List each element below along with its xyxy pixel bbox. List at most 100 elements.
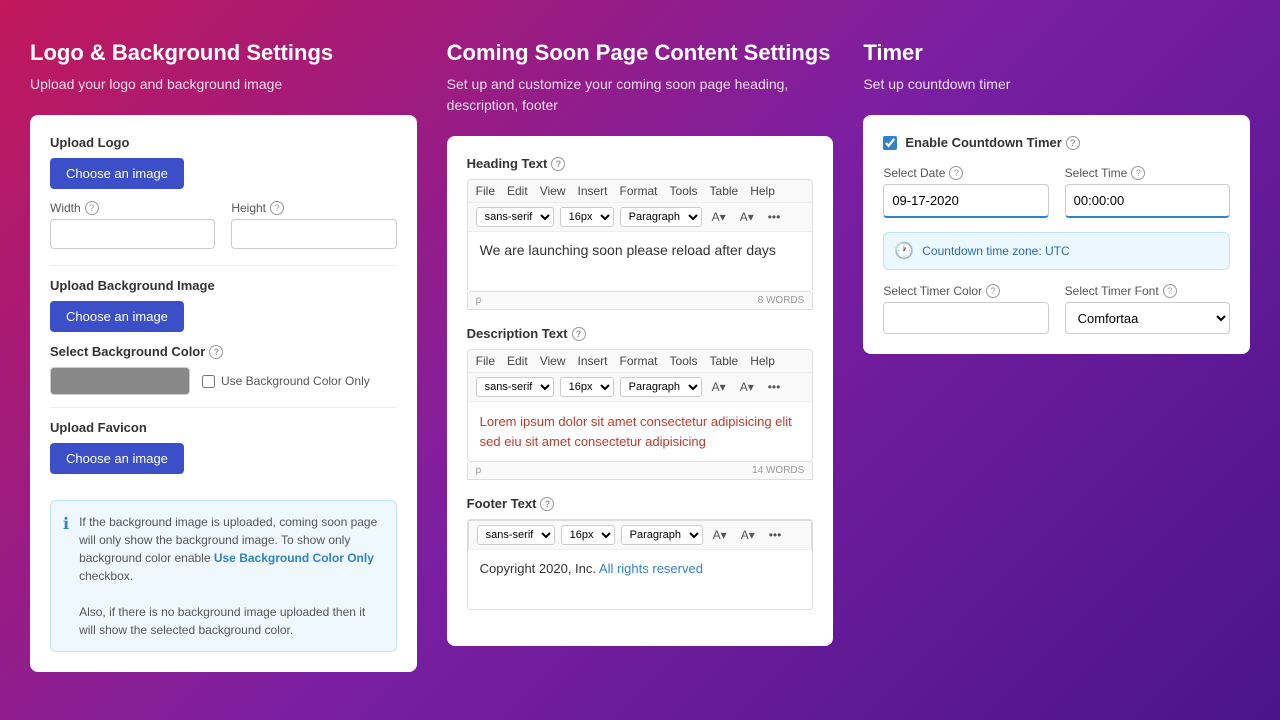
- timer-title: Timer: [863, 40, 1250, 66]
- heading-menu-insert[interactable]: Insert: [577, 184, 607, 198]
- height-field: Height ?: [231, 201, 396, 249]
- heading-toolbar: File Edit View Insert Format Tools Table…: [467, 179, 814, 232]
- timer-card: Enable Countdown Timer ? Select Date ? S…: [863, 115, 1250, 354]
- footer-text-color-btn[interactable]: A▾: [709, 526, 731, 544]
- heading-label: Heading Text ?: [467, 156, 814, 171]
- content-card: Heading Text ? File Edit View Insert For…: [447, 136, 834, 646]
- choose-favicon-button[interactable]: Choose an image: [50, 443, 184, 474]
- desc-menu-file[interactable]: File: [476, 354, 495, 368]
- heading-menu-file[interactable]: File: [476, 184, 495, 198]
- timer-font-field: Select Timer Font ? Comfortaa Arial Geor…: [1065, 284, 1230, 334]
- info-text: If the background image is uploaded, com…: [79, 513, 384, 639]
- bg-color-input[interactable]: [50, 367, 190, 395]
- content-header: Coming Soon Page Content Settings Set up…: [447, 40, 834, 116]
- desc-menu-insert[interactable]: Insert: [577, 354, 607, 368]
- enable-timer-checkbox[interactable]: [883, 136, 897, 150]
- desc-menubar: File Edit View Insert Format Tools Table…: [468, 350, 813, 373]
- heading-size-select[interactable]: 16px: [560, 207, 614, 227]
- heading-menu-view[interactable]: View: [540, 184, 566, 198]
- footer-para-select[interactable]: Paragraph: [621, 525, 703, 545]
- color-help-icon[interactable]: ?: [986, 284, 1000, 298]
- heading-editor-section: Heading Text ? File Edit View Insert For…: [467, 156, 814, 310]
- enable-timer-help-icon[interactable]: ?: [1066, 136, 1080, 150]
- logo-bg-column: Logo & Background Settings Upload your l…: [30, 40, 417, 672]
- time-input[interactable]: [1065, 184, 1230, 218]
- heading-menu-table[interactable]: Table: [710, 184, 739, 198]
- footer-more-btn[interactable]: •••: [765, 526, 786, 544]
- desc-text-color-btn[interactable]: A▾: [708, 378, 730, 396]
- footer-size-select[interactable]: 16px: [561, 525, 615, 545]
- time-help-icon[interactable]: ?: [1131, 166, 1145, 180]
- timer-color-input[interactable]: [883, 302, 1048, 334]
- date-field: Select Date ?: [883, 166, 1048, 218]
- clock-icon: 🕐: [894, 241, 914, 261]
- upload-logo-label: Upload Logo: [50, 135, 397, 150]
- desc-menu-tools[interactable]: Tools: [670, 354, 698, 368]
- desc-menu-view[interactable]: View: [540, 354, 566, 368]
- desc-menu-format[interactable]: Format: [620, 354, 658, 368]
- heading-font-select[interactable]: sans-serif: [476, 207, 554, 227]
- use-bg-color-label[interactable]: Use Background Color Only: [202, 374, 370, 388]
- desc-label: Description Text ?: [467, 326, 814, 341]
- enable-timer-label: Enable Countdown Timer ?: [905, 135, 1080, 150]
- logo-bg-title: Logo & Background Settings: [30, 40, 417, 66]
- timer-subtitle: Set up countdown timer: [863, 74, 1250, 95]
- choose-bg-button[interactable]: Choose an image: [50, 301, 184, 332]
- time-label: Select Time ?: [1065, 166, 1230, 180]
- timer-color-field: Select Timer Color ?: [883, 284, 1048, 334]
- heading-controls: sans-serif 16px Paragraph A▾ A▾ •••: [468, 203, 813, 232]
- logo-bg-card: Upload Logo Choose an image Width ? Heig…: [30, 115, 417, 672]
- timer-font-select[interactable]: Comfortaa Arial Georgia Helvetica Verdan…: [1065, 302, 1230, 334]
- desc-help-icon[interactable]: ?: [572, 327, 586, 341]
- heading-help-icon[interactable]: ?: [551, 157, 565, 171]
- heading-menu-format[interactable]: Format: [620, 184, 658, 198]
- desc-more-btn[interactable]: •••: [764, 378, 785, 396]
- height-input[interactable]: [231, 219, 396, 249]
- heading-menu-tools[interactable]: Tools: [670, 184, 698, 198]
- heading-menu-help[interactable]: Help: [750, 184, 775, 198]
- desc-editor-body[interactable]: Lorem ipsum dolor sit amet consectetur a…: [467, 402, 814, 462]
- desc-menu-edit[interactable]: Edit: [507, 354, 528, 368]
- heading-menubar: File Edit View Insert Format Tools Table…: [468, 180, 813, 203]
- width-input[interactable]: [50, 219, 215, 249]
- timer-color-label: Select Timer Color ?: [883, 284, 1048, 298]
- footer-editor-body[interactable]: Copyright 2020, Inc. All rights reserved: [467, 550, 814, 610]
- footer-help-icon[interactable]: ?: [540, 497, 554, 511]
- footer-controls: sans-serif 16px Paragraph A▾ A▾ •••: [468, 520, 813, 550]
- heading-para-select[interactable]: Paragraph: [620, 207, 702, 227]
- heading-more-btn[interactable]: •••: [764, 208, 785, 226]
- date-help-icon[interactable]: ?: [949, 166, 963, 180]
- upload-bg-label: Upload Background Image: [50, 278, 397, 293]
- heading-menu-edit[interactable]: Edit: [507, 184, 528, 198]
- choose-logo-button[interactable]: Choose an image: [50, 158, 184, 189]
- width-help-icon[interactable]: ?: [85, 201, 99, 215]
- desc-size-select[interactable]: 16px: [560, 377, 614, 397]
- footer-editor-section: Footer Text ? sans-serif 16px Paragraph: [467, 496, 814, 610]
- use-bg-color-checkbox[interactable]: [202, 375, 215, 388]
- heading-bg-color-btn[interactable]: A▾: [736, 208, 758, 226]
- color-row: Use Background Color Only: [50, 367, 397, 395]
- content-subtitle: Set up and customize your coming soon pa…: [447, 74, 834, 116]
- footer-font-select[interactable]: sans-serif: [477, 525, 555, 545]
- heading-editor-body[interactable]: We are launching soon please reload afte…: [467, 232, 814, 292]
- date-input[interactable]: [883, 184, 1048, 218]
- bg-color-help-icon[interactable]: ?: [209, 345, 223, 359]
- info-icon: ℹ: [63, 514, 69, 639]
- heading-text-color-btn[interactable]: A▾: [708, 208, 730, 226]
- desc-menu-help[interactable]: Help: [750, 354, 775, 368]
- timer-font-label: Select Timer Font ?: [1065, 284, 1230, 298]
- desc-bg-color-btn[interactable]: A▾: [736, 378, 758, 396]
- date-time-row: Select Date ? Select Time ?: [883, 166, 1230, 218]
- width-label: Width ?: [50, 201, 215, 215]
- font-help-icon[interactable]: ?: [1163, 284, 1177, 298]
- desc-menu-table[interactable]: Table: [710, 354, 739, 368]
- footer-bg-color-btn[interactable]: A▾: [737, 526, 759, 544]
- logo-bg-subtitle: Upload your logo and background image: [30, 74, 417, 95]
- desc-para-select[interactable]: Paragraph: [620, 377, 702, 397]
- height-help-icon[interactable]: ?: [270, 201, 284, 215]
- content-column: Coming Soon Page Content Settings Set up…: [447, 40, 834, 672]
- timer-column: Timer Set up countdown timer Enable Coun…: [863, 40, 1250, 672]
- desc-controls: sans-serif 16px Paragraph A▾ A▾ •••: [468, 373, 813, 402]
- timer-header: Timer Set up countdown timer: [863, 40, 1250, 95]
- desc-font-select[interactable]: sans-serif: [476, 377, 554, 397]
